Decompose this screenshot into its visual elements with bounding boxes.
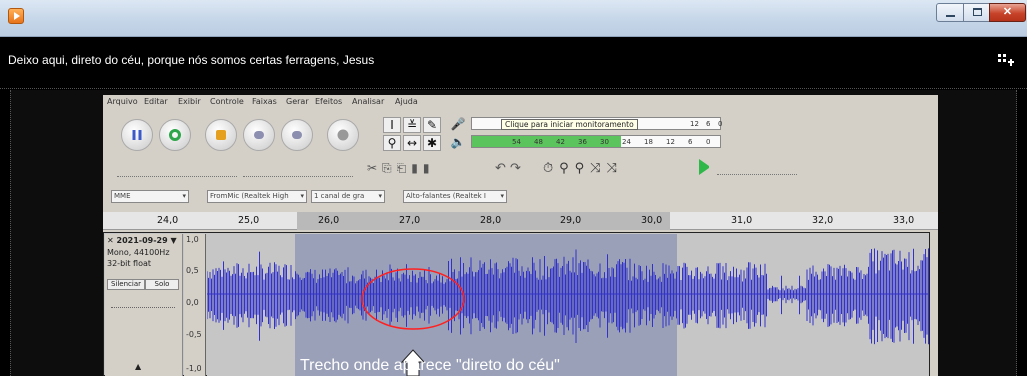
annotation-ellipse bbox=[361, 268, 465, 330]
media-player-window: ✕ Deixo aqui, direto do céu, porque nós … bbox=[0, 0, 1027, 376]
annotation-caption: Trecho onde aparece "direto do céu" bbox=[300, 357, 560, 374]
annotation-overlay bbox=[361, 268, 465, 376]
